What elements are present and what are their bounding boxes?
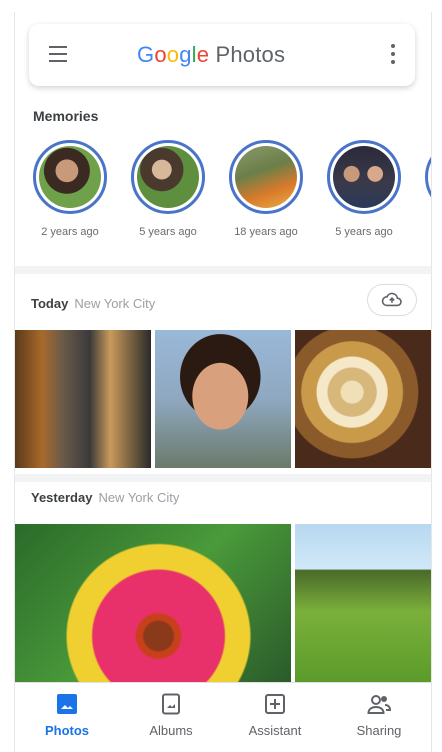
memory-thumbnail[interactable]: [131, 140, 205, 214]
section-location: New York City: [74, 296, 156, 311]
nav-albums[interactable]: Albums: [119, 693, 223, 738]
memory-thumbnail[interactable]: [327, 140, 401, 214]
memory-label: 2 years ago: [41, 226, 99, 238]
nav-sharing[interactable]: Sharing: [327, 693, 431, 738]
photo-thumbnail[interactable]: [15, 330, 151, 468]
nav-label: Photos: [44, 723, 90, 738]
memory-item[interactable]: 5 years ago: [125, 140, 211, 238]
app-logo: Google Photos: [137, 42, 285, 68]
memory-item[interactable]: 5 years ago: [321, 140, 407, 238]
top-app-bar: Google Photos: [29, 24, 415, 86]
section-location: New York City: [98, 490, 180, 505]
cloud-upload-icon: [381, 292, 402, 307]
photo-thumbnail[interactable]: [15, 524, 291, 684]
memory-item[interactable]: 2 years ago: [27, 140, 113, 238]
memory-item[interactable]: 2: [419, 140, 431, 238]
bottom-navigation: Photos Albums Assistant Sharing: [15, 682, 431, 752]
memory-label: 18 years ago: [234, 226, 298, 238]
nav-label: Albums: [149, 723, 193, 738]
app-screen: Google Photos Memories 2 years ago 5 yea…: [14, 12, 432, 752]
memories-title: Memories: [33, 108, 99, 124]
assistant-icon: [265, 694, 285, 714]
memory-thumbnail[interactable]: [425, 140, 431, 214]
photo-thumbnail[interactable]: [295, 524, 431, 684]
memory-item[interactable]: 18 years ago: [223, 140, 309, 238]
memory-label: 2: [419, 226, 431, 238]
menu-icon[interactable]: [49, 46, 67, 62]
memory-label: 5 years ago: [139, 226, 197, 238]
albums-icon: [162, 693, 180, 715]
backup-button[interactable]: [367, 284, 417, 316]
more-options-icon[interactable]: [391, 44, 395, 68]
section-header-yesterday: Yesterday New York City: [31, 490, 179, 505]
nav-assistant[interactable]: Assistant: [223, 693, 327, 738]
nav-label: Assistant: [248, 723, 302, 738]
section-divider: [15, 266, 431, 274]
sharing-icon: [367, 695, 391, 714]
section-day: Today: [31, 296, 69, 311]
logo-google-text: Google: [137, 42, 210, 67]
nav-photos[interactable]: Photos: [15, 693, 119, 738]
section-divider: [15, 474, 431, 482]
section-day: Yesterday: [31, 490, 93, 505]
logo-photos-text: Photos: [215, 42, 286, 67]
photos-icon: [57, 694, 77, 714]
section-header-today: Today New York City: [31, 296, 155, 311]
nav-label: Sharing: [356, 723, 402, 738]
memory-thumbnail[interactable]: [33, 140, 107, 214]
memory-label: 5 years ago: [335, 226, 393, 238]
memories-carousel: 2 years ago 5 years ago 18 years ago 5 y…: [15, 140, 431, 270]
memory-thumbnail[interactable]: [229, 140, 303, 214]
photo-thumbnail[interactable]: [295, 330, 431, 468]
photo-thumbnail[interactable]: [155, 330, 291, 468]
